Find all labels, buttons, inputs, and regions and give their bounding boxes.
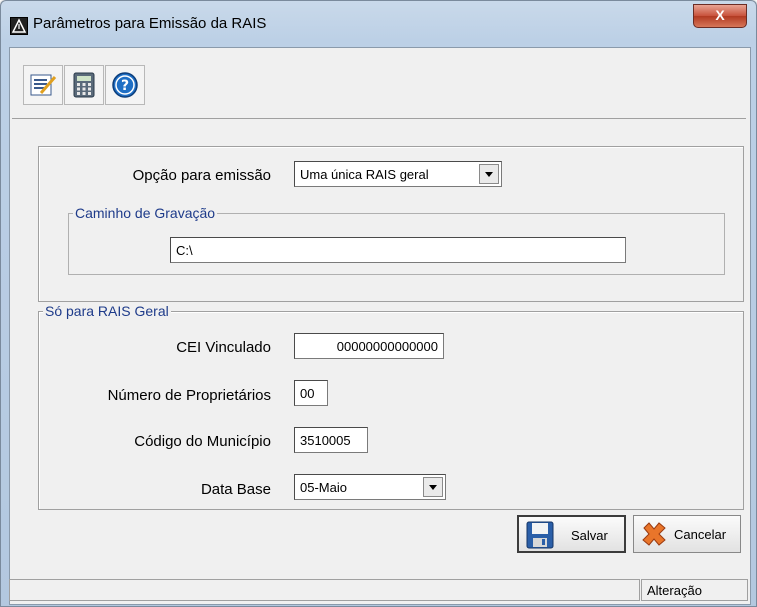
save-label: Salvar [571, 528, 608, 543]
opcao-label: Opção para emissão [132, 167, 271, 184]
svg-text:?: ? [121, 78, 129, 94]
opcao-value: Uma única RAIS geral [300, 167, 429, 182]
status-cell-main [9, 579, 640, 601]
toolbar: ? [12, 62, 746, 119]
proprietarios-label: Número de Proprietários [107, 387, 271, 404]
help-icon: ? [112, 72, 138, 98]
floppy-disk-icon [526, 521, 554, 549]
caminho-gravacao-frame: Caminho de Gravação C:\ [68, 205, 725, 275]
municipio-label: Código do Município [134, 433, 271, 450]
window-title: Parâmetros para Emissão da RAIS [33, 15, 267, 32]
cancel-x-icon [642, 522, 666, 546]
cancel-label: Cancelar [674, 527, 727, 542]
rais-geral-legend: Só para RAIS Geral [43, 303, 171, 319]
caminho-legend: Caminho de Gravação [73, 205, 218, 221]
title-bar[interactable]: Parâmetros para Emissão da RAIS X [1, 1, 756, 47]
dialog-client-area: ? Opção para emissão Uma única RAIS gera… [9, 47, 751, 605]
calculator-icon [73, 72, 95, 98]
close-button[interactable]: X [693, 4, 747, 28]
data-base-dropdown[interactable]: 05-Maio [294, 474, 446, 500]
caminho-input[interactable]: C:\ [170, 237, 626, 263]
data-base-label: Data Base [200, 481, 271, 498]
emission-options-group: Opção para emissão Uma única RAIS geral … [38, 146, 744, 302]
edit-button[interactable] [23, 65, 63, 105]
help-button[interactable]: ? [105, 65, 145, 105]
status-bar: Alteração [9, 579, 749, 603]
dialog-window: Parâmetros para Emissão da RAIS X ? Opçã… [0, 0, 757, 607]
calculator-button[interactable] [64, 65, 104, 105]
municipio-input[interactable]: 3510005 [294, 427, 368, 453]
chevron-down-icon[interactable] [479, 164, 499, 184]
rais-geral-group: Só para RAIS Geral CEI Vinculado 0000000… [38, 303, 744, 510]
status-mode: Alteração [641, 579, 748, 601]
save-button[interactable]: Salvar [517, 515, 626, 553]
edit-form-icon [30, 74, 57, 96]
app-icon [10, 17, 28, 35]
proprietarios-input[interactable]: 00 [294, 380, 328, 406]
cei-input[interactable]: 00000000000000 [294, 333, 444, 359]
chevron-down-icon[interactable] [423, 477, 443, 497]
data-base-value: 05-Maio [300, 480, 347, 495]
cei-label: CEI Vinculado [176, 339, 271, 356]
opcao-dropdown[interactable]: Uma única RAIS geral [294, 161, 502, 187]
cancel-button[interactable]: Cancelar [633, 515, 741, 553]
